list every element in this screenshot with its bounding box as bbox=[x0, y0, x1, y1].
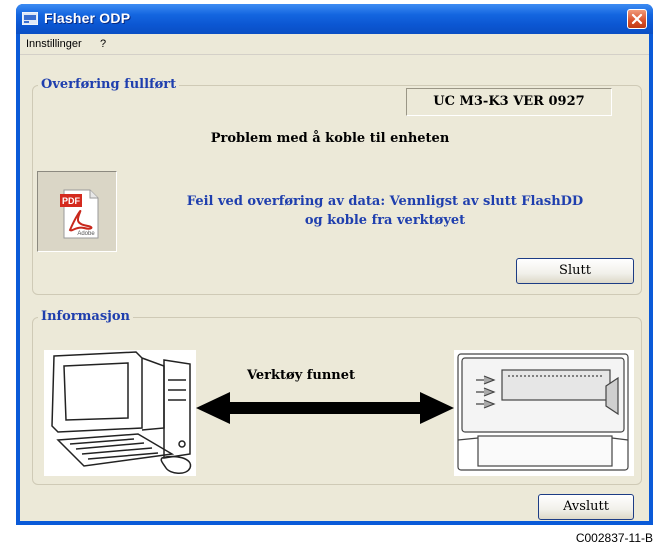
figure-code: C002837-11-B bbox=[575, 531, 653, 545]
slutt-button[interactable]: Slutt bbox=[516, 258, 634, 284]
menu-help[interactable]: ? bbox=[100, 38, 106, 50]
device-icon bbox=[457, 353, 629, 471]
problem-message: Problem med å koble til enheten bbox=[210, 131, 450, 146]
client-area: Innstillinger ? Overføring fullført UC M… bbox=[20, 34, 649, 521]
app-icon bbox=[22, 12, 38, 25]
info-group-title: Informasjon bbox=[38, 309, 133, 324]
close-button[interactable] bbox=[627, 9, 647, 29]
error-message: Feil ved overføring av data: Vennligst a… bbox=[150, 192, 620, 230]
title-bar[interactable]: Flasher ODP bbox=[16, 4, 653, 34]
window-title: Flasher ODP bbox=[44, 10, 131, 26]
error-line-2: og koble fra verktøyet bbox=[304, 213, 466, 228]
device-image bbox=[454, 350, 634, 476]
transfer-group-title: Overføring fullført bbox=[38, 77, 180, 92]
computer-image bbox=[44, 350, 196, 476]
tool-status-text: Verktøy funnet bbox=[247, 368, 355, 383]
menu-settings[interactable]: Innstillinger bbox=[26, 38, 82, 50]
close-icon bbox=[631, 13, 643, 25]
adobe-label: Adobe bbox=[77, 231, 95, 237]
double-arrow-icon bbox=[196, 392, 454, 424]
avslutt-button[interactable]: Avslutt bbox=[538, 494, 634, 520]
pdf-icon: PDF Adobe bbox=[60, 189, 99, 239]
menu-bar: Innstillinger ? bbox=[20, 34, 649, 55]
pdf-label: PDF bbox=[62, 196, 81, 206]
app-window: Flasher ODP Innstillinger ? Overføring f… bbox=[16, 4, 653, 525]
error-line-1: Feil ved overføring av data: Vennligst a… bbox=[186, 194, 584, 209]
pdf-document-image: PDF Adobe bbox=[37, 171, 117, 252]
computer-icon bbox=[51, 351, 192, 474]
version-display: UC M3-K3 VER 0927 bbox=[406, 88, 612, 116]
